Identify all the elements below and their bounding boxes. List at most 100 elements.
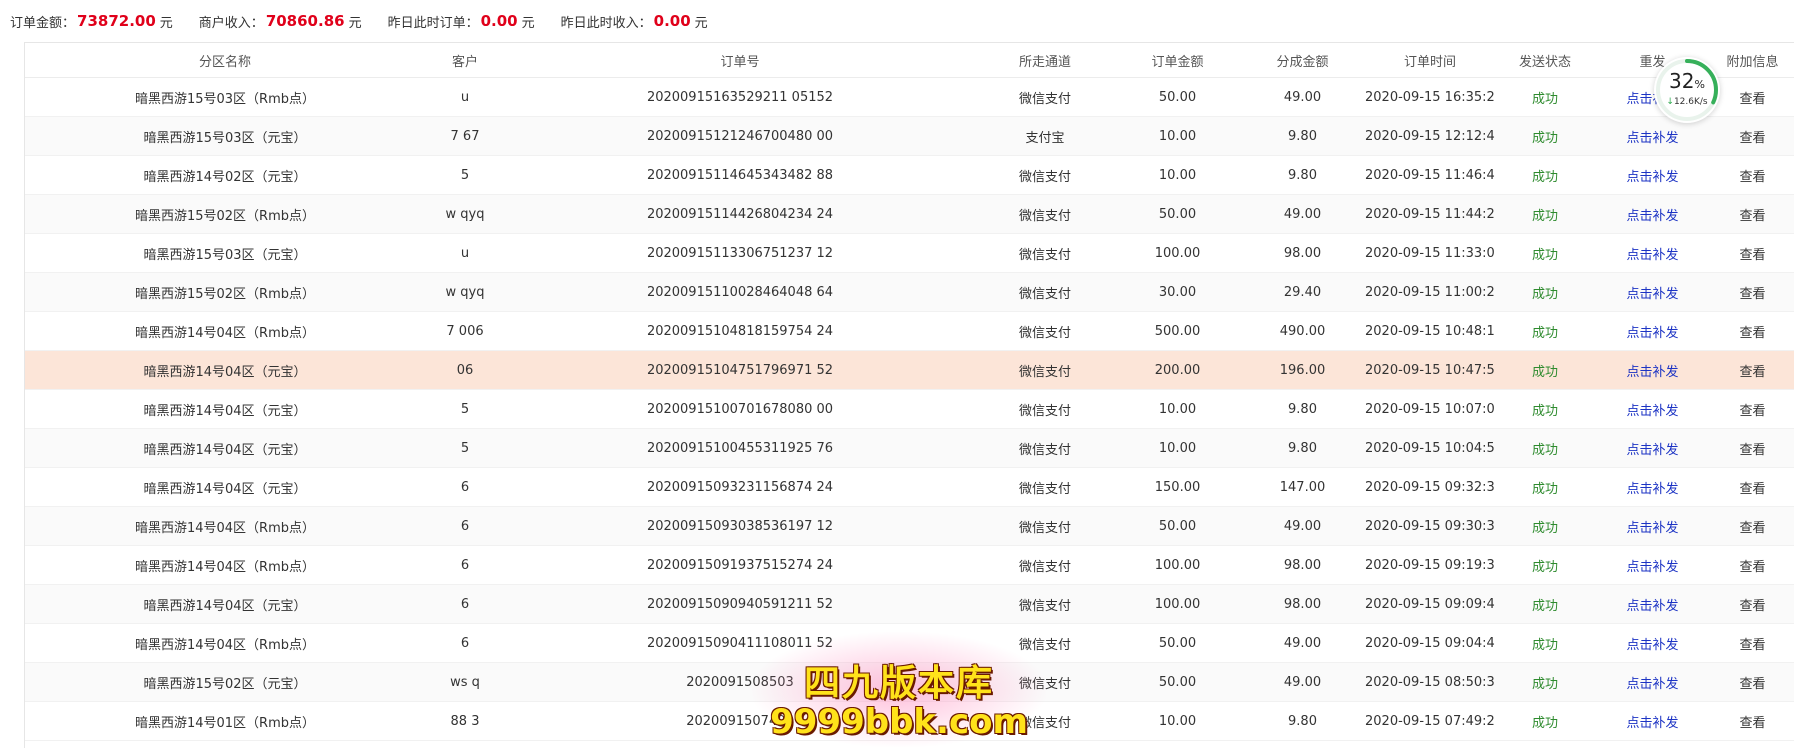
- status-badge: 成功: [1495, 389, 1595, 429]
- view-details-link[interactable]: 查看: [1710, 506, 1794, 546]
- resend-button[interactable]: 点击补发: [1595, 311, 1710, 351]
- table-cell: 20200915121246700480 00: [505, 116, 975, 156]
- column-header-7: 发送状态: [1495, 43, 1595, 78]
- status-badge: 成功: [1495, 350, 1595, 390]
- table-cell: 2020-09-15 11:44:26: [1365, 194, 1495, 234]
- order-amount: 订单金额： 73872.00 元: [10, 12, 173, 31]
- table-cell: 9.80: [1240, 701, 1365, 741]
- table-cell: u: [425, 77, 505, 117]
- view-details-link[interactable]: 查看: [1710, 584, 1794, 624]
- order-amount-value: 73872.00: [77, 12, 156, 30]
- table-cell: 20200915114426804234 24: [505, 194, 975, 234]
- view-details-link[interactable]: 查看: [1710, 467, 1794, 507]
- table-cell: 100.00: [1115, 233, 1240, 273]
- yesterday-income-label: 昨日此时收入：: [560, 15, 652, 31]
- table-cell: 50.00: [1115, 623, 1240, 663]
- status-badge: 成功: [1495, 662, 1595, 702]
- table-cell: 10.00: [1115, 116, 1240, 156]
- view-details-link[interactable]: 查看: [1710, 389, 1794, 429]
- table-cell: 微信支付: [975, 584, 1115, 624]
- table-cell: 暗黑西游15号03区（Rmb点）: [25, 77, 425, 117]
- table-cell: 10.00: [1115, 155, 1240, 195]
- resend-button[interactable]: 点击补发: [1595, 506, 1710, 546]
- resend-button[interactable]: 点击补发: [1595, 428, 1710, 468]
- table-cell: 196.00: [1240, 350, 1365, 390]
- resend-button[interactable]: 点击补发: [1595, 155, 1710, 195]
- view-details-link[interactable]: 查看: [1710, 428, 1794, 468]
- view-details-link[interactable]: 查看: [1710, 623, 1794, 663]
- resend-button[interactable]: 点击补发: [1595, 623, 1710, 663]
- table-cell: 9.80: [1240, 155, 1365, 195]
- table-cell: 暗黑西游15号03区（元宝）: [25, 116, 425, 156]
- table-cell: 20200915110028464048 64: [505, 272, 975, 312]
- view-details-link[interactable]: 查看: [1710, 701, 1794, 741]
- column-header-2: 订单号: [505, 43, 975, 78]
- table-cell: 微信支付: [975, 77, 1115, 117]
- status-badge: 成功: [1495, 272, 1595, 312]
- table-cell: 5: [425, 155, 505, 195]
- table-cell: 98.00: [1240, 545, 1365, 585]
- view-details-link[interactable]: 查看: [1710, 311, 1794, 351]
- table-cell: 2020-09-15 12:12:46: [1365, 116, 1495, 156]
- table-cell: 2020-09-15 09:19:37: [1365, 545, 1495, 585]
- view-details-link[interactable]: 查看: [1710, 272, 1794, 312]
- watermark-title: 四九版本库: [803, 663, 994, 704]
- yesterday-orders-label: 昨日此时订单：: [387, 15, 479, 31]
- view-details-link[interactable]: 查看: [1710, 194, 1794, 234]
- order-amount-label: 订单金额：: [10, 15, 76, 31]
- table-cell: 150.00: [1115, 467, 1240, 507]
- view-details-link[interactable]: 查看: [1710, 155, 1794, 195]
- view-details-link[interactable]: 查看: [1710, 116, 1794, 156]
- status-badge: 成功: [1495, 311, 1595, 351]
- table-cell: 49.00: [1240, 662, 1365, 702]
- resend-button[interactable]: 点击补发: [1595, 272, 1710, 312]
- view-details-link[interactable]: 查看: [1710, 350, 1794, 390]
- table-cell: 5: [425, 428, 505, 468]
- table-cell: 暗黑西游14号04区（Rmb点）: [25, 311, 425, 351]
- speed-gauge[interactable]: 32% ↓12.6K/s: [1654, 57, 1720, 123]
- table-cell: 2020-09-15 11:33:06: [1365, 233, 1495, 273]
- table-row: 暗黑西游14号04区（Rmb点） 6 20200915091937515274 24…: [25, 545, 1794, 585]
- status-badge: 成功: [1495, 155, 1595, 195]
- table-cell: 20200915093038536197 12: [505, 506, 975, 546]
- resend-button[interactable]: 点击补发: [1595, 389, 1710, 429]
- table-cell: 10.00: [1115, 428, 1240, 468]
- status-badge: 成功: [1495, 545, 1595, 585]
- resend-button[interactable]: 点击补发: [1595, 194, 1710, 234]
- table-cell: 微信支付: [975, 350, 1115, 390]
- table-cell: 20200915100455311925 76: [505, 428, 975, 468]
- table-header: 分区名称 客户 订单号 所走通道 订单金额 分成金额 订单时间 发送状态 重发 附加信息: [25, 43, 1794, 78]
- view-details-link[interactable]: 查看: [1710, 545, 1794, 585]
- resend-button[interactable]: 点击补发: [1595, 467, 1710, 507]
- summary-bar: 订单金额： 73872.00 元 商户收入： 70860.86 元 昨日此时订单…: [10, 10, 734, 32]
- table-cell: 暗黑西游14号04区（Rmb点）: [25, 545, 425, 585]
- table-cell: 暗黑西游14号04区（元宝）: [25, 584, 425, 624]
- view-details-link[interactable]: 查看: [1710, 233, 1794, 273]
- table-cell: 2020-09-15 16:35:29: [1365, 77, 1495, 117]
- table-cell: 暗黑西游15号02区（元宝）: [25, 662, 425, 702]
- table-row: 暗黑西游14号02区（元宝） 5 20200915114645343482 88 微信…: [25, 155, 1794, 195]
- resend-button[interactable]: 点击补发: [1595, 701, 1710, 741]
- column-header-1: 客户: [425, 43, 505, 78]
- table-row: 暗黑西游15号03区（Rmb点） u 20200915163529211 05152…: [25, 77, 1794, 117]
- table-cell: 2020-09-15 08:50:33: [1365, 662, 1495, 702]
- watermark-logo: 四九版本库 9999bbk.com: [752, 632, 1046, 747]
- table-cell: 微信支付: [975, 506, 1115, 546]
- view-details-link[interactable]: 查看: [1710, 77, 1794, 117]
- table-cell: 49.00: [1240, 77, 1365, 117]
- resend-button[interactable]: 点击补发: [1595, 584, 1710, 624]
- status-badge: 成功: [1495, 701, 1595, 741]
- table-cell: 2020-09-15 09:09:40: [1365, 584, 1495, 624]
- view-details-link[interactable]: 查看: [1710, 662, 1794, 702]
- yesterday-income-value: 0.00: [653, 12, 691, 30]
- resend-button[interactable]: 点击补发: [1595, 545, 1710, 585]
- table-cell: 2020-09-15 10:47:51: [1365, 350, 1495, 390]
- resend-button[interactable]: 点击补发: [1595, 662, 1710, 702]
- table-cell: 暗黑西游15号02区（Rmb点）: [25, 194, 425, 234]
- download-arrow-icon: ↓: [1666, 97, 1674, 107]
- resend-button[interactable]: 点击补发: [1595, 350, 1710, 390]
- resend-button[interactable]: 点击补发: [1595, 233, 1710, 273]
- watermark-url: 9999bbk.com: [770, 702, 1028, 742]
- table-cell: 10.00: [1115, 701, 1240, 741]
- table-cell: 微信支付: [975, 389, 1115, 429]
